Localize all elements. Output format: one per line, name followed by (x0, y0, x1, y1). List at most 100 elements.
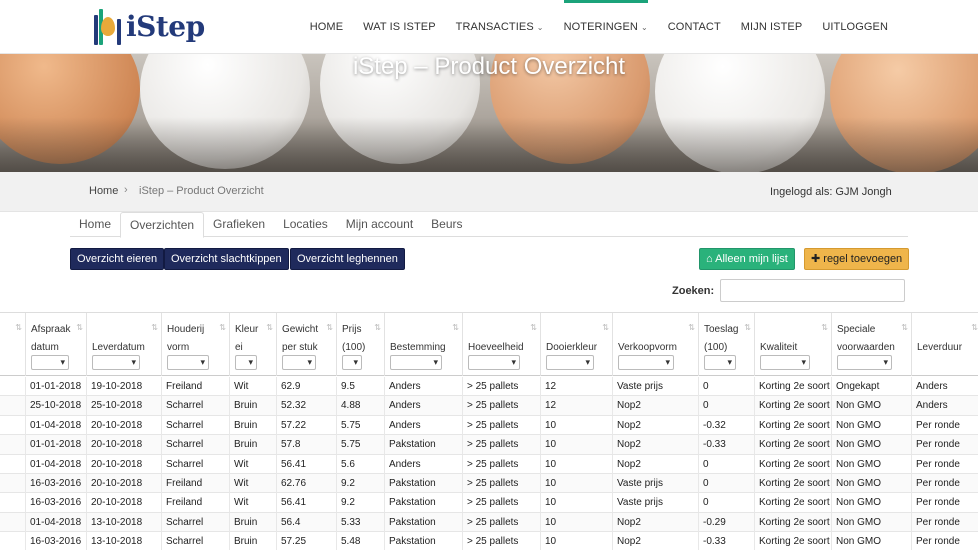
sort-icon[interactable]: ⇅ (821, 323, 828, 332)
column-header[interactable]: Verkoopvorm ⇅ (612, 313, 698, 376)
column-filter-select[interactable] (31, 355, 69, 370)
column-header[interactable]: Kwaliteit ⇅ (754, 313, 831, 376)
column-filter-select[interactable] (390, 355, 442, 370)
column-filter-select[interactable] (468, 355, 520, 370)
column-header[interactable]: Bestemming ⇅ (384, 313, 462, 376)
column-header[interactable]: Hoeveelheid ⇅ (462, 313, 540, 376)
column-header[interactable]: Leverdatum ⇅ (86, 313, 161, 376)
tab-mijn-account[interactable]: Mijn account (337, 212, 422, 237)
tab-overzichten[interactable]: Overzichten (120, 212, 205, 238)
tab-home[interactable]: Home (70, 212, 120, 237)
column-filter-select[interactable] (546, 355, 594, 370)
nav-noteringen[interactable]: NOTERINGEN ⌄ (554, 0, 658, 54)
column-header-label: Toeslag (100) (704, 321, 738, 357)
column-filter-select[interactable] (342, 355, 362, 370)
table-cell: Bruin (229, 396, 276, 416)
nav-mijn-istep[interactable]: MIJN ISTEP (731, 0, 813, 54)
table-row[interactable]: 16-03-2016 20-10-2018 Freiland Wit 62.76 9.2 P… (0, 474, 978, 494)
table-cell: Scharrel (161, 396, 229, 416)
alleen-mijn-lijst-button[interactable]: ⌂ Alleen mijn lijst (699, 248, 795, 270)
breadcrumb-home[interactable]: Home (89, 185, 118, 197)
table-cell: 56.41 (276, 454, 336, 474)
sort-icon[interactable]: ⇅ (688, 323, 695, 332)
column-header-label: Afspraak datum (31, 321, 70, 357)
column-header-line1: Toeslag (704, 324, 739, 335)
sort-icon[interactable]: ⇅ (374, 323, 381, 332)
overzicht-leghennen-button[interactable]: Overzicht leghennen (290, 248, 405, 270)
table-row[interactable]: 25-10-2018 25-10-2018 Scharrel Bruin 52.32 4.… (0, 396, 978, 416)
sort-icon[interactable]: ⇅ (530, 323, 537, 332)
nav-uitloggen[interactable]: UITLOGGEN (812, 0, 898, 54)
tab-beurs[interactable]: Beurs (422, 212, 471, 237)
table-cell: Per ronde (911, 435, 978, 455)
nav-transacties[interactable]: TRANSACTIES ⌄ (446, 0, 554, 54)
overzicht-slachtkippen-button[interactable]: Overzicht slachtkippen (164, 248, 289, 270)
hero-shade (0, 117, 978, 172)
sort-icon[interactable]: ⇅ (151, 323, 158, 332)
column-header-line2: Leverduur (917, 342, 963, 353)
sort-icon[interactable]: ⇅ (971, 323, 978, 332)
table-cell: Korting 2e soort (754, 493, 831, 513)
column-header-label: Dooierkleur (546, 321, 597, 357)
table-row[interactable]: 16-03-2016 20-10-2018 Freiland Wit 56.41 9.2 P… (0, 493, 978, 513)
column-header[interactable]: Kleur ei ⇅ (229, 313, 276, 376)
column-filter-select[interactable] (837, 355, 892, 370)
regel-toevoegen-button[interactable]: ✚ regel toevoegen (804, 248, 910, 270)
sort-icon[interactable]: ⇅ (901, 323, 908, 332)
sort-icon[interactable]: ⇅ (76, 323, 83, 332)
table-row[interactable]: 01-01-2018 19-10-2018 Freiland Wit 62.9 9.5 An… (0, 377, 978, 397)
table-cell: > 25 pallets (462, 454, 540, 474)
table-row[interactable]: 01-04-2018 20-10-2018 Scharrel Bruin 57.22 5.… (0, 415, 978, 436)
column-header[interactable]: Afspraak datum ⇅ (25, 313, 86, 376)
nav-wat-is-istep[interactable]: WAT IS ISTEP (353, 0, 446, 54)
column-header-line1: Prijs (342, 324, 362, 335)
table-cell: Anders (911, 396, 978, 416)
column-filter-select[interactable] (92, 355, 140, 370)
column-header[interactable]: Speciale voorwaarden ⇅ (831, 313, 911, 376)
table-row[interactable]: 01-04-2018 20-10-2018 Scharrel Wit 56.41 5.6 A… (0, 454, 978, 474)
nav-contact[interactable]: CONTACT (658, 0, 731, 54)
sort-icon[interactable]: ⇅ (602, 323, 609, 332)
column-filter-select[interactable] (760, 355, 810, 370)
istep-logo[interactable]: iStep (92, 4, 205, 48)
sort-icon[interactable]: ⇅ (15, 323, 22, 332)
tab-grafieken[interactable]: Grafieken (204, 212, 274, 237)
breadcrumb-separator-icon: › (124, 184, 128, 196)
tab-locaties[interactable]: Locaties (274, 212, 337, 237)
column-header-label: Kwaliteit (760, 321, 797, 357)
column-header[interactable]: ⇅ (0, 313, 25, 376)
table-cell: 20-10-2018 (86, 415, 161, 435)
table-cell: 20-10-2018 (86, 474, 161, 493)
column-header-label: Leverdatum (92, 321, 145, 357)
table-cell: Per ronde (911, 415, 978, 435)
column-header[interactable]: Gewicht per stuk ⇅ (276, 313, 336, 376)
table-row[interactable]: 01-01-2018 20-10-2018 Scharrel Bruin 57.8 5.7… (0, 435, 978, 455)
column-filter-select[interactable] (167, 355, 209, 370)
sort-icon[interactable]: ⇅ (266, 323, 273, 332)
table-cell (0, 513, 25, 532)
column-header[interactable]: Houderij vorm ⇅ (161, 313, 229, 376)
column-header[interactable]: Prijs (100) ⇅ (336, 313, 384, 376)
column-header[interactable]: Leverduur ⇅ (911, 313, 978, 376)
search-input[interactable] (720, 279, 905, 302)
column-filter-select[interactable] (235, 355, 257, 370)
sort-icon[interactable]: ⇅ (744, 323, 751, 332)
table-row[interactable]: 01-04-2018 13-10-2018 Scharrel Bruin 56.4 5.3… (0, 512, 978, 533)
column-filter-select[interactable] (704, 355, 736, 370)
column-filter-select[interactable] (618, 355, 674, 370)
column-header-line1 (917, 321, 962, 339)
table-row[interactable]: 16-03-2016 13-10-2018 Scharrel Bruin 57.25 5.… (0, 532, 978, 550)
search-label: Zoeken: (672, 285, 715, 297)
column-filter-select[interactable] (282, 355, 316, 370)
overzicht-eieren-button[interactable]: Overzicht eieren (70, 248, 165, 270)
nav-home[interactable]: HOME (300, 0, 353, 54)
sort-icon[interactable]: ⇅ (219, 323, 226, 332)
column-header[interactable]: Dooierkleur ⇅ (540, 313, 612, 376)
sort-icon[interactable]: ⇅ (452, 323, 459, 332)
column-header-label: Bestemming (390, 321, 446, 357)
column-header[interactable]: Toeslag (100) ⇅ (698, 313, 754, 376)
table-cell (0, 532, 25, 550)
table-cell: Non GMO (831, 532, 911, 550)
sort-icon[interactable]: ⇅ (326, 323, 333, 332)
column-header-line1: Houderij (167, 324, 205, 335)
